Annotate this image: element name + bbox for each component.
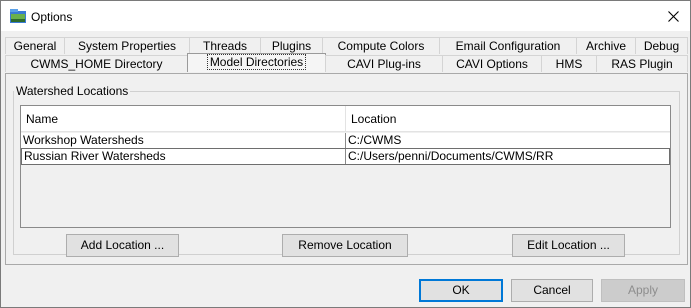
title-bar[interactable]: Options [1,1,690,31]
ok-button[interactable]: OK [419,279,503,302]
tab-archive[interactable]: Archive [576,37,636,54]
options-app-icon [10,9,26,24]
row-name: Workshop Watersheds [23,133,144,147]
cancel-button[interactable]: Cancel [511,279,593,302]
tab-row-1: General System Properties Threads Plugin… [1,37,691,55]
tab-compute-colors[interactable]: Compute Colors [322,37,440,54]
tab-plugins[interactable]: Plugins [260,37,323,54]
options-window: Options General System Properties Thread… [0,0,691,308]
column-header-name[interactable]: Name [21,106,345,132]
tab-model-directories[interactable]: Model Directories [187,53,326,72]
tab-email-configuration[interactable]: Email Configuration [439,37,577,54]
tab-hms[interactable]: HMS [541,55,597,72]
close-icon [667,10,679,22]
tab-debug[interactable]: Debug [635,37,688,54]
row-location: C:/Users/penni/Documents/CWMS/RR [348,149,554,163]
row-name: Russian River Watersheds [24,149,166,163]
tab-threads[interactable]: Threads [189,37,261,54]
edit-location-button[interactable]: Edit Location ... [512,234,625,257]
tab-model-directories-label: Model Directories [206,54,307,70]
tab-general[interactable]: General [5,37,65,54]
table-header: Name Location [21,106,670,132]
close-button[interactable] [656,1,690,31]
table-row[interactable]: Russian River Watersheds C:/Users/penni/… [21,148,670,165]
apply-button[interactable]: Apply [601,279,685,302]
tab-row-2: CWMS_HOME Directory Model Directories CA… [1,53,691,73]
tab-cavi-options[interactable]: CAVI Options [442,55,542,72]
remove-location-button[interactable]: Remove Location [282,234,408,257]
tab-system-properties[interactable]: System Properties [64,37,190,54]
window-title: Options [31,10,73,24]
add-location-button[interactable]: Add Location ... [66,234,179,257]
column-header-location[interactable]: Location [346,106,670,132]
group-title: Watershed Locations [14,84,131,98]
tab-cavi-plug-ins[interactable]: CAVI Plug-ins [325,55,443,72]
tab-cwms-home-directory[interactable]: CWMS_HOME Directory [5,55,188,72]
tab-ras-plugin[interactable]: RAS Plugin [596,55,688,72]
row-location: C:/CWMS [348,133,402,147]
watershed-locations-table[interactable]: Name Location Workshop Watersheds C:/CWM… [20,105,671,228]
